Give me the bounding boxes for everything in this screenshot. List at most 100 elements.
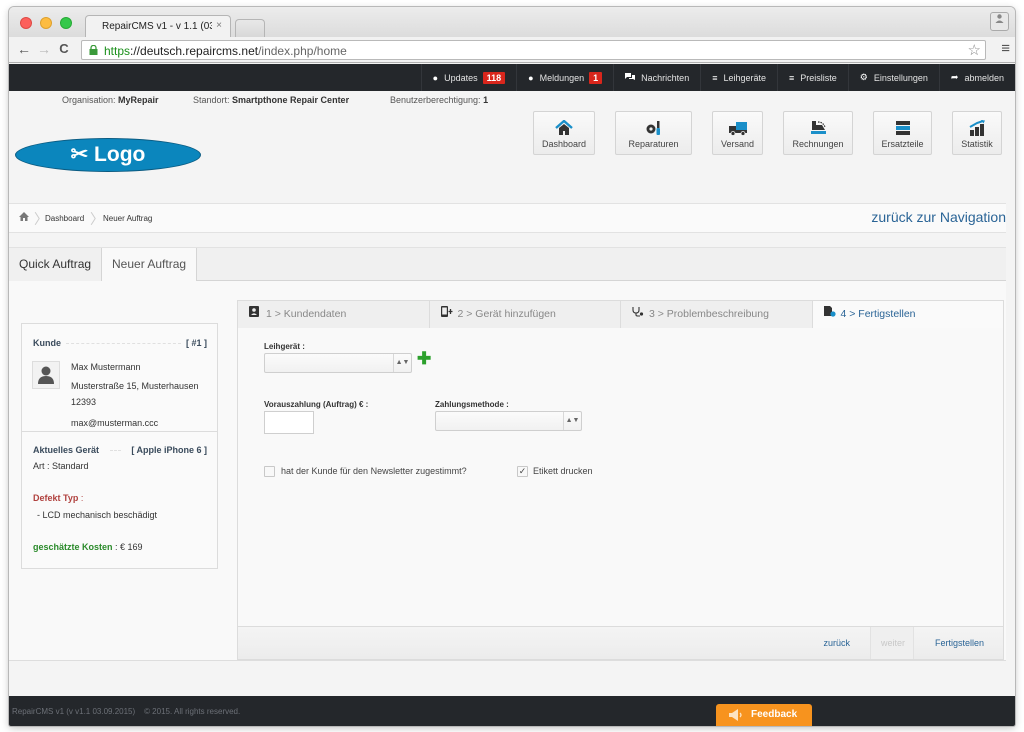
mobile-add-icon (440, 301, 453, 328)
logout-arrow-icon: ➦ (950, 72, 959, 82)
comments-icon (625, 72, 636, 83)
current-device-heading: Aktuelles Gerät (33, 445, 100, 455)
add-loan-device-icon[interactable]: ✚ (417, 349, 431, 369)
zahlungsmethode-select[interactable]: ▲▼ (435, 411, 582, 431)
minimize-window-button[interactable] (40, 17, 52, 29)
vorauszahlung-input[interactable] (264, 411, 314, 434)
user-silhouette-icon (38, 366, 54, 384)
url-path: /index.php/home (258, 44, 347, 58)
browser-menu-icon[interactable]: ≡ (1001, 40, 1010, 57)
standort-label: Standort: (193, 95, 230, 105)
close-window-button[interactable] (20, 17, 32, 29)
logo[interactable]: ✂ Logo (15, 138, 201, 172)
divider (22, 431, 217, 432)
tab-quick-auftrag[interactable]: Quick Auftrag (9, 248, 103, 282)
estimated-costs-label: geschätzte Kosten (33, 542, 113, 552)
footer-copyright: © 2015. All rights reserved. (144, 707, 241, 716)
truck-icon (728, 122, 747, 136)
module-ersatzteile-button[interactable]: Ersatzteile (873, 111, 932, 155)
breadcrumb-dashboard[interactable]: Dashboard (45, 214, 84, 223)
url-scheme: https (104, 44, 131, 58)
module-reparaturen-button[interactable]: Reparaturen (615, 111, 692, 155)
tools-icon (646, 121, 660, 135)
topnav-meldungen[interactable]: ● Meldungen 1 (516, 64, 613, 91)
chart-up-icon (969, 120, 985, 136)
home-icon (555, 120, 573, 135)
topnav-preisliste[interactable]: ≡ Preisliste (777, 64, 848, 91)
reload-icon[interactable]: C (55, 41, 73, 56)
browser-toolbar: ← → C https://deutsch.repaircms.net/inde… (9, 37, 1015, 63)
customer-number: [ #1 ] (185, 338, 207, 348)
gear-icon: ⚙ (859, 72, 868, 82)
topnav-abmelden[interactable]: ➦ abmelden (938, 64, 1015, 91)
topnav-updates[interactable]: ● Updates 118 (420, 64, 517, 91)
newsletter-label: hat der Kunde für den Newsletter zugesti… (281, 466, 467, 476)
standort-value: Smartpthone Repair Center (232, 95, 350, 105)
wizard-step-label: 2 > Gerät hinzufügen (457, 308, 556, 320)
newsletter-checkbox[interactable] (264, 466, 275, 477)
back-button[interactable]: zurück (813, 627, 860, 659)
topnav-leihgeraete[interactable]: ≡ Leihgeräte (700, 64, 777, 91)
browser-tab-title: RepairCMS v1 - v 1.1 (03.0 (102, 21, 212, 32)
module-versand-label: Versand (720, 139, 755, 149)
module-ersatzteile-label: Ersatzteile (881, 139, 924, 149)
wizard-step-geraet[interactable]: 2 > Gerät hinzufügen (429, 301, 621, 328)
topnav-einstellungen-label: Einstellungen (873, 72, 928, 83)
meldungen-count-badge: 1 (589, 71, 603, 84)
topnav-abmelden-label: abmelden (964, 72, 1004, 83)
bookmark-star-icon[interactable]: ☆ (968, 41, 981, 59)
profile-icon[interactable] (990, 12, 1009, 31)
server-stack-icon (895, 121, 910, 135)
leihgeraet-select[interactable]: ▲▼ (264, 353, 412, 373)
current-device-name: [ Apple iPhone 6 ] (131, 445, 207, 455)
customer-email: max@musterman.ccc (71, 418, 159, 428)
module-reparaturen-label: Reparaturen (628, 139, 679, 149)
wizard-step-kundendaten[interactable]: 1 > Kundendaten (238, 301, 430, 328)
url-text: https://deutsch.repaircms.net/index.php/… (104, 44, 347, 58)
back-to-navigation-link[interactable]: zurück zur Navigation (871, 209, 1006, 225)
tab-neuer-auftrag[interactable]: Neuer Auftrag (101, 248, 198, 283)
finish-document-icon (823, 301, 836, 328)
topnav-updates-label: Updates (444, 72, 478, 83)
checkmark-icon: ✓ (518, 466, 527, 476)
feedback-button[interactable]: Feedback (716, 704, 812, 726)
module-versand-button[interactable]: Versand (712, 111, 763, 155)
topnav-nachrichten-label: Nachrichten (641, 72, 690, 83)
divider (110, 450, 121, 451)
feedback-label: Feedback (751, 709, 798, 720)
info-icon: ● (528, 72, 534, 83)
estimated-costs: geschätzte Kosten : € 169 (33, 542, 143, 552)
forward-arrow-icon[interactable]: → (35, 41, 53, 57)
topnav-einstellungen[interactable]: ⚙ Einstellungen (847, 64, 939, 91)
megaphone-icon (727, 704, 743, 726)
back-arrow-icon[interactable]: ← (15, 41, 33, 57)
maximize-window-button[interactable] (60, 17, 72, 29)
breadcrumb: 〉 Dashboard 〉 Neuer Auftrag zurück zur N… (9, 203, 1006, 233)
module-dashboard-button[interactable]: Dashboard (533, 111, 595, 155)
finish-button[interactable]: Fertigstellen (925, 627, 994, 659)
module-rechnungen-button[interactable]: Rechnungen (783, 111, 853, 155)
address-bar[interactable]: https://deutsch.repaircms.net/index.php/… (81, 40, 986, 60)
home-icon[interactable] (19, 212, 29, 224)
close-tab-icon[interactable]: × (216, 20, 222, 31)
updates-count-badge: 118 (482, 71, 506, 84)
topnav-nachrichten[interactable]: Nachrichten (613, 64, 700, 91)
module-rechnungen-label: Rechnungen (792, 139, 844, 149)
new-tab-button[interactable] (235, 19, 265, 37)
organisation-label: Organisation: (62, 95, 116, 105)
wizard-step-problem[interactable]: 3 > Problembeschreibung (621, 301, 813, 328)
device-art: Art : Standard (33, 461, 89, 471)
divider (66, 343, 181, 344)
select-arrows-icon: ▲▼ (563, 412, 581, 430)
etikett-checkbox[interactable]: ✓ (517, 466, 528, 477)
wizard-step-fertigstellen[interactable]: 4 > Fertigstellen (812, 301, 1003, 328)
wizard-step-label: 1 > Kundendaten (266, 308, 347, 320)
organisation-info: Organisation: MyRepair (62, 95, 159, 105)
defect-type-colon: : (78, 493, 84, 503)
contact-book-icon (249, 301, 261, 328)
module-statistik-button[interactable]: Statistik (952, 111, 1002, 155)
next-button[interactable]: weiter (870, 627, 914, 659)
breadcrumb-neuer-auftrag: Neuer Auftrag (103, 214, 153, 223)
browser-tab[interactable]: RepairCMS v1 - v 1.1 (03.0 × (85, 15, 231, 38)
footer-version: RepairCMS v1 (v v1.1 03.09.2015) (12, 707, 136, 716)
